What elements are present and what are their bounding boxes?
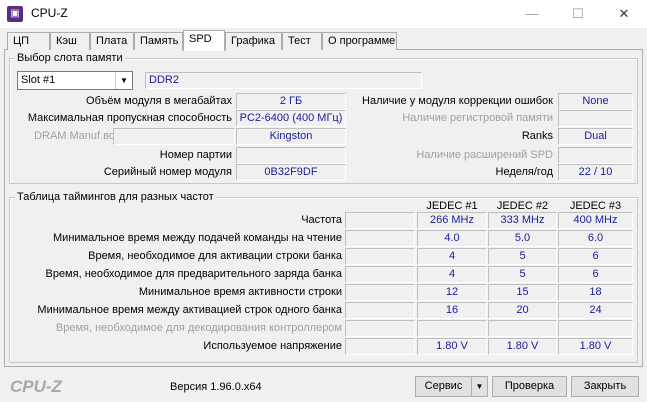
slot-select-value: Slot #1 bbox=[21, 74, 55, 86]
timing-value bbox=[558, 320, 633, 337]
timing-value: 24 bbox=[558, 302, 633, 319]
close-window-button[interactable]: ✕ bbox=[601, 0, 647, 28]
slot-select[interactable]: Slot #1 ▼ bbox=[17, 71, 133, 90]
timing-value: 20 bbox=[488, 302, 557, 319]
timing-value: 400 MHz bbox=[558, 212, 633, 229]
timing-label: Минимальное время между подачей команды … bbox=[15, 230, 342, 246]
timing-blank bbox=[345, 266, 415, 283]
timing-label: Время, необходимое для предварительного … bbox=[15, 266, 342, 282]
timing-value: 1.80 V bbox=[417, 338, 487, 355]
timing-value: 4.0 bbox=[417, 230, 487, 247]
timing-value: 5 bbox=[488, 248, 557, 265]
tab-1[interactable]: Кэш bbox=[50, 32, 90, 50]
timings-legend: Таблица таймингов для разных частот bbox=[15, 191, 216, 203]
window-title: CPU-Z bbox=[31, 6, 68, 20]
left-row-value bbox=[236, 147, 346, 164]
timing-value: 12 bbox=[417, 284, 487, 301]
timing-value: 333 MHz bbox=[488, 212, 557, 229]
timing-blank bbox=[345, 320, 415, 337]
close-button[interactable]: Закрыть bbox=[571, 376, 639, 397]
timing-value: 4 bbox=[417, 248, 487, 265]
timing-label: Минимальное время между активацией строк… bbox=[15, 302, 342, 318]
left-row-value: 0B32F9DF bbox=[236, 164, 346, 181]
service-label: Сервис bbox=[416, 377, 471, 396]
timing-label: Время, необходимое для активации строки … bbox=[15, 248, 342, 264]
service-button[interactable]: Сервис ▼ bbox=[415, 376, 488, 397]
timing-label: Минимальное время активности строки bbox=[15, 284, 342, 300]
tab-0[interactable]: ЦП bbox=[7, 32, 50, 50]
field-blank bbox=[113, 128, 235, 145]
timing-value: 4 bbox=[417, 266, 487, 283]
tab-5[interactable]: Графика bbox=[225, 32, 282, 50]
right-row-value bbox=[558, 147, 633, 164]
cpuz-logo: CPU-Z bbox=[10, 377, 62, 397]
right-row-label: Наличие у модуля коррекции ошибок bbox=[350, 93, 553, 109]
left-row-label: DRAM Manuf.во bbox=[15, 128, 115, 144]
slot-legend: Выбор слота памяти bbox=[15, 52, 125, 64]
timing-label: Частота bbox=[15, 212, 342, 228]
timing-value: 266 MHz bbox=[417, 212, 487, 229]
timing-value: 5.0 bbox=[488, 230, 557, 247]
left-row-label: Серийный номер модуля bbox=[15, 164, 232, 180]
timing-value: 6.0 bbox=[558, 230, 633, 247]
right-row-value: 22 / 10 bbox=[558, 164, 633, 181]
memory-type: DDR2 bbox=[145, 72, 422, 89]
tab-4[interactable]: SPD bbox=[183, 30, 225, 51]
timing-value: 15 bbox=[488, 284, 557, 301]
timing-label: Используемое напряжение bbox=[15, 338, 342, 354]
chevron-down-icon[interactable]: ▼ bbox=[471, 377, 487, 396]
left-row-label: Объём модуля в мегабайтах bbox=[15, 93, 232, 109]
right-row-label: Неделя/год bbox=[350, 164, 553, 180]
timing-blank bbox=[345, 230, 415, 247]
validate-button[interactable]: Проверка bbox=[492, 376, 567, 397]
timing-blank bbox=[345, 248, 415, 265]
chevron-down-icon[interactable]: ▼ bbox=[115, 72, 132, 89]
left-row-label: Максимальная пропускная способность bbox=[15, 110, 232, 126]
timing-value: 5 bbox=[488, 266, 557, 283]
version-label: Версия 1.96.0.x64 bbox=[170, 381, 262, 393]
left-row-value: 2 ГБ bbox=[236, 93, 346, 110]
right-row-value bbox=[558, 110, 633, 127]
timing-value: 1.80 V bbox=[488, 338, 557, 355]
timing-blank bbox=[345, 284, 415, 301]
timing-value: 18 bbox=[558, 284, 633, 301]
timing-blank bbox=[345, 212, 415, 229]
timing-value: 6 bbox=[558, 248, 633, 265]
maximize-button[interactable]: ☐ bbox=[555, 0, 601, 28]
minimize-button[interactable]: — bbox=[509, 0, 555, 28]
right-row-label: Наличие регистровой памяти bbox=[350, 110, 553, 126]
tab-7[interactable]: О программе bbox=[322, 32, 397, 50]
timing-value: 6 bbox=[558, 266, 633, 283]
app-icon: ▣ bbox=[7, 6, 23, 22]
left-row-label: Номер партии bbox=[15, 147, 232, 163]
right-row-value: Dual bbox=[558, 128, 633, 145]
timing-value bbox=[417, 320, 487, 337]
timing-blank bbox=[345, 302, 415, 319]
timing-value bbox=[488, 320, 557, 337]
tab-3[interactable]: Память bbox=[134, 32, 183, 50]
tab-6[interactable]: Тест bbox=[282, 32, 322, 50]
right-row-label: Наличие расширений SPD bbox=[350, 147, 553, 163]
tab-2[interactable]: Плата bbox=[90, 32, 134, 50]
timing-label: Время, необходимое для декодирования кон… bbox=[15, 320, 342, 336]
timing-blank bbox=[345, 338, 415, 355]
right-row-label: Ranks bbox=[350, 128, 553, 144]
right-row-value: None bbox=[558, 93, 633, 110]
left-row-value: Kingston bbox=[236, 128, 346, 145]
timing-value: 1.80 V bbox=[558, 338, 633, 355]
left-row-value: PC2-6400 (400 МГц) bbox=[236, 110, 346, 127]
timing-value: 16 bbox=[417, 302, 487, 319]
title-bar: ▣ CPU-Z — ☐ ✕ bbox=[0, 0, 647, 28]
